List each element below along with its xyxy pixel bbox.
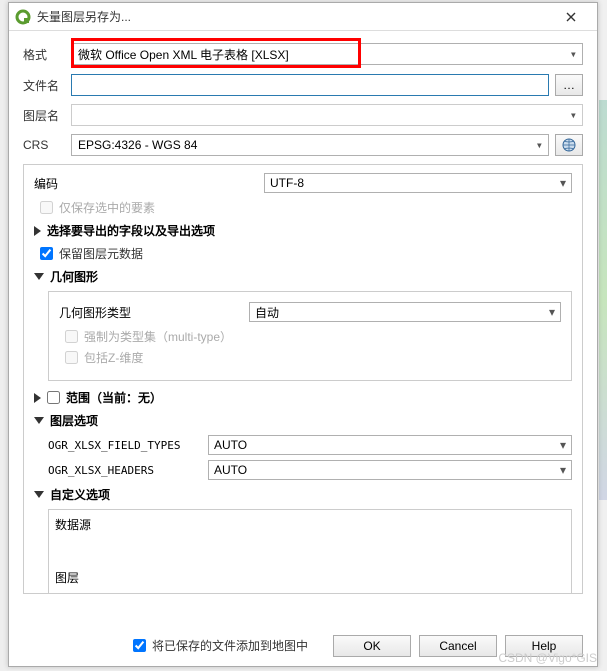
custom-inset: 数据源 图层 (48, 509, 572, 594)
save-as-dialog: 矢量图层另存为... 格式 微软 Office Open XML 电子表格 [X… (8, 2, 598, 667)
encoding-label: 编码 (34, 175, 264, 192)
format-combo[interactable]: 微软 Office Open XML 电子表格 [XLSX] (71, 43, 583, 65)
collapse-icon (34, 491, 44, 498)
datasource-label: 数据源 (55, 516, 115, 533)
opt-field-types-combo[interactable]: AUTO (208, 435, 572, 455)
expand-icon (34, 226, 41, 236)
geometry-section-header[interactable]: 几何图形 (34, 268, 572, 285)
collapse-icon (34, 417, 44, 424)
opt-field-types-label: OGR_XLSX_FIELD_TYPES (48, 439, 208, 452)
layername-label: 图层名 (23, 107, 71, 124)
close-button[interactable] (551, 4, 591, 30)
custom-options-header[interactable]: 自定义选项 (34, 486, 572, 503)
ok-button[interactable]: OK (333, 635, 411, 657)
keep-metadata-checkbox[interactable]: 保留图层元数据 (40, 245, 572, 262)
geom-type-label: 几何图形类型 (59, 304, 249, 321)
crs-label: CRS (23, 138, 71, 152)
watermark: CSDN @Vigo*GIS (498, 651, 597, 665)
encoding-combo[interactable]: UTF-8 (264, 173, 572, 193)
expand-icon (34, 393, 41, 403)
crs-combo[interactable]: EPSG:4326 - WGS 84 (71, 134, 549, 156)
cancel-button[interactable]: Cancel (419, 635, 497, 657)
options-panel: 编码 UTF-8 仅保存选中的要素 选择要导出的字段以及导出选项 保留图层元数据… (23, 164, 583, 594)
only-selected-checkbox: 仅保存选中的要素 (40, 199, 572, 216)
globe-icon (561, 137, 577, 153)
collapse-icon (34, 273, 44, 280)
filename-input[interactable] (71, 74, 549, 96)
include-z-checkbox: 包括Z-维度 (65, 349, 561, 366)
extent-section-header[interactable]: 范围（当前：无） (34, 389, 572, 406)
filename-label: 文件名 (23, 77, 71, 94)
layer-options-header[interactable]: 图层选项 (34, 412, 572, 429)
force-multi-checkbox: 强制为类型集（multi-type） (65, 328, 561, 345)
extent-enable-checkbox[interactable] (47, 391, 60, 404)
qgis-logo-icon (15, 9, 31, 25)
close-icon (566, 12, 576, 22)
crs-select-button[interactable] (555, 134, 583, 156)
fields-section-header[interactable]: 选择要导出的字段以及导出选项 (34, 222, 572, 239)
opt-headers-combo[interactable]: AUTO (208, 460, 572, 480)
tuceng-label: 图层 (55, 569, 115, 586)
geometry-inset: 几何图形类型 自动 强制为类型集（multi-type） 包括Z-维度 (48, 291, 572, 381)
geom-type-combo[interactable]: 自动 (249, 302, 561, 322)
layername-combo[interactable] (71, 104, 583, 126)
add-to-map-checkbox[interactable]: 将已保存的文件添加到地图中 (133, 637, 308, 654)
opt-headers-label: OGR_XLSX_HEADERS (48, 464, 208, 477)
browse-button[interactable]: … (555, 74, 583, 96)
titlebar: 矢量图层另存为... (9, 3, 597, 31)
title-text: 矢量图层另存为... (37, 8, 551, 25)
format-label: 格式 (23, 46, 71, 63)
